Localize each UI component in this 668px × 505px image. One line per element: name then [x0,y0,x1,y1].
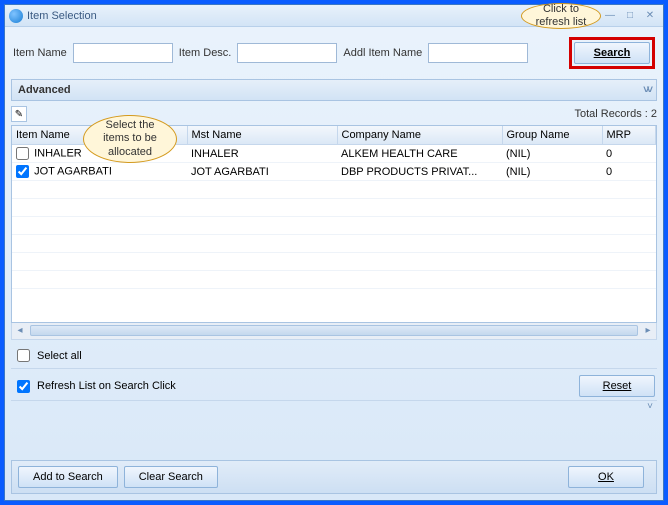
table-row [12,199,656,217]
cell-mrp: 0 [602,145,656,163]
cell-mst-name: JOT AGARBATI [187,163,337,181]
refresh-on-search-checkbox[interactable] [17,380,30,393]
table-row[interactable]: JOT AGARBATI JOT AGARBATI DBP PRODUCTS P… [12,163,656,181]
cell-item-name: INHALER [34,147,82,159]
table-row [12,253,656,271]
refresh-on-search-label: Refresh List on Search Click [37,380,176,392]
bottom-bar: Add to Search Clear Search OK [11,460,657,494]
ok-button[interactable]: OK [568,466,644,488]
select-all-row: Select all [11,343,657,369]
chevron-down-icon: ˅˅ [643,84,650,96]
col-group[interactable]: Group Name [502,126,602,145]
search-highlight: Search [569,37,655,69]
addl-name-label: Addl Item Name [343,47,422,59]
addl-name-input[interactable] [428,43,528,63]
window: Item Selection — □ ✕ Click to refresh li… [4,4,664,501]
scroll-left-icon[interactable]: ◂ [12,323,28,338]
horizontal-scrollbar[interactable]: ◂ ▸ [11,323,657,340]
maximize-button[interactable]: □ [621,9,639,23]
select-all-checkbox[interactable] [17,349,30,362]
table-row [12,235,656,253]
col-mrp[interactable]: MRP [602,126,656,145]
cell-company: DBP PRODUCTS PRIVAT... [337,163,502,181]
edit-icon[interactable]: ✎ [11,106,27,122]
total-records: Total Records : 2 [574,108,657,120]
cell-mrp: 0 [602,163,656,181]
refresh-on-search-row: Refresh List on Search Click Reset [11,372,657,401]
table-row [12,217,656,235]
item-name-label: Item Name [13,47,67,59]
advanced-label: Advanced [18,84,71,96]
clear-search-button[interactable]: Clear Search [124,466,218,488]
cell-mst-name: INHALER [187,145,337,163]
reset-button[interactable]: Reset [579,375,655,397]
cell-company: ALKEM HEALTH CARE [337,145,502,163]
select-all-label: Select all [37,350,82,362]
chevron-down-icon[interactable]: ˅ [11,401,657,415]
advanced-bar[interactable]: Advanced ˅˅ [11,79,657,101]
col-company[interactable]: Company Name [337,126,502,145]
add-to-search-button[interactable]: Add to Search [18,466,118,488]
row-checkbox[interactable] [16,147,29,160]
item-desc-label: Item Desc. [179,47,232,59]
window-controls: — □ ✕ [601,9,659,23]
minimize-button[interactable]: — [601,9,619,23]
item-name-input[interactable] [73,43,173,63]
callout-select: Select the items to be allocated [83,115,177,163]
window-title: Item Selection [27,10,601,22]
close-button[interactable]: ✕ [641,9,659,23]
table-row [12,181,656,199]
scroll-right-icon[interactable]: ▸ [640,323,656,338]
cell-group: (NIL) [502,145,602,163]
item-desc-input[interactable] [237,43,337,63]
search-button[interactable]: Search [574,42,650,64]
scroll-thumb[interactable] [30,325,638,336]
col-mst-name[interactable]: Mst Name [187,126,337,145]
app-icon [9,9,23,23]
search-row: Item Name Item Desc. Addl Item Name Sear… [5,27,663,79]
row-checkbox[interactable] [16,165,29,178]
cell-group: (NIL) [502,163,602,181]
callout-refresh: Click to refresh list [521,3,601,29]
table-row [12,271,656,289]
cell-item-name: JOT AGARBATI [34,165,112,177]
